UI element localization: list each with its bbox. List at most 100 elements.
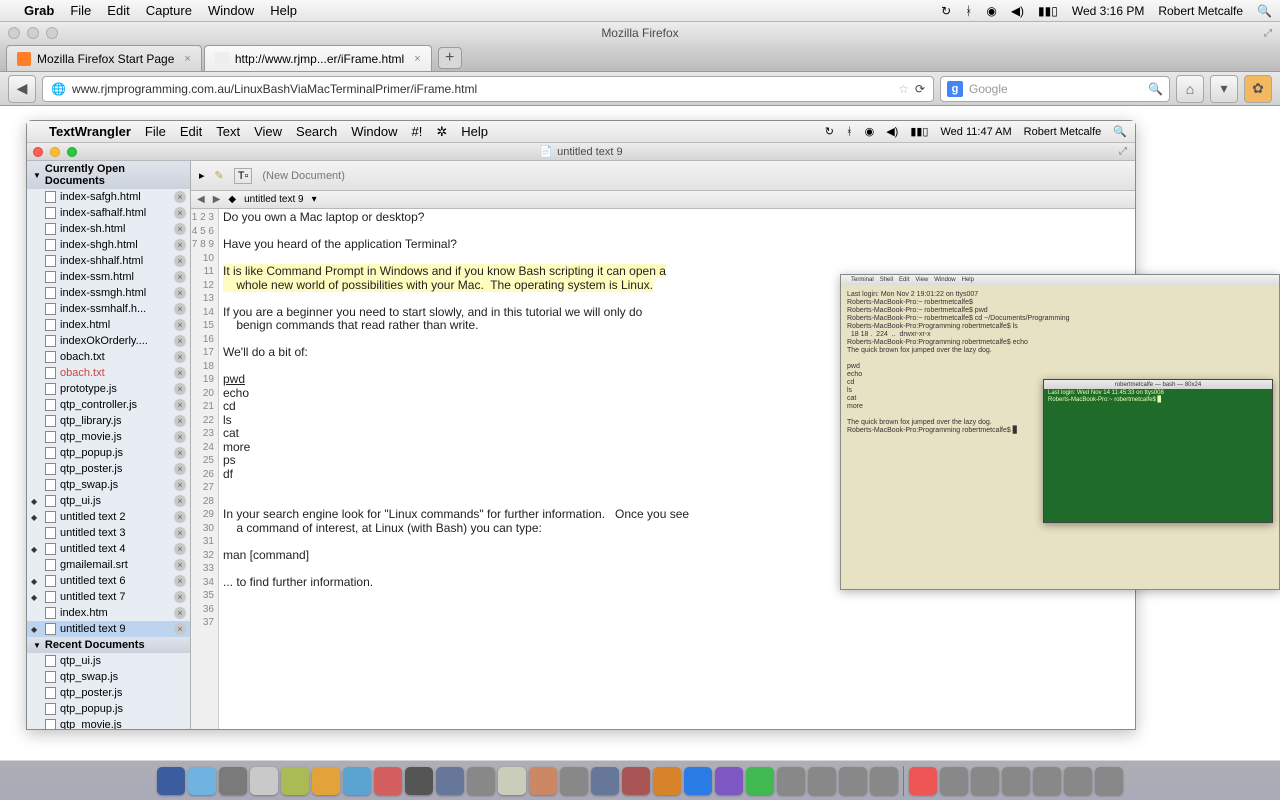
menu-capture[interactable]: Capture [146, 3, 192, 18]
battery-icon[interactable]: ▮▮▯ [1038, 4, 1058, 18]
dock-app-icon[interactable] [653, 767, 681, 795]
bookmarks-button[interactable]: ▾ [1210, 75, 1238, 103]
dock-app-icon[interactable] [1002, 767, 1030, 795]
dock-app-icon[interactable] [622, 767, 650, 795]
file-item[interactable]: qtp_poster.js× [27, 461, 190, 477]
dock-app-icon[interactable] [498, 767, 526, 795]
wifi-icon[interactable]: ◉ [986, 4, 996, 18]
line-gutter: 1 2 3 4 5 6 7 8 9 10 11 12 13 14 15 16 1… [191, 209, 219, 729]
menu-window[interactable]: Window [208, 3, 254, 18]
dock-app-icon[interactable] [940, 767, 968, 795]
close-tab-icon[interactable]: × [414, 53, 420, 65]
dock-app-icon[interactable] [157, 767, 185, 795]
spotlight-icon[interactable]: 🔍 [1257, 4, 1272, 18]
dock-app-icon[interactable] [467, 767, 495, 795]
dock-app-icon[interactable] [250, 767, 278, 795]
file-item[interactable]: ◆untitled text 2× [27, 509, 190, 525]
file-item[interactable]: qtp_swap.js [27, 669, 190, 685]
search-icon[interactable]: 🔍 [1148, 82, 1163, 96]
file-item[interactable]: index-ssmhalf.h...× [27, 301, 190, 317]
file-item[interactable]: obach.txt× [27, 349, 190, 365]
file-item[interactable]: ◆untitled text 4× [27, 541, 190, 557]
file-item[interactable]: qtp_movie.js [27, 717, 190, 729]
zoom-window-button[interactable] [46, 27, 58, 39]
dock-app-icon[interactable] [1095, 767, 1123, 795]
file-item[interactable]: ◆qtp_ui.js× [27, 493, 190, 509]
dock-app-icon[interactable] [909, 767, 937, 795]
file-item[interactable]: index-sh.html× [27, 221, 190, 237]
back-button[interactable]: ◀ [8, 75, 36, 103]
file-item[interactable]: qtp_popup.js× [27, 445, 190, 461]
dock-app-icon[interactable] [312, 767, 340, 795]
file-item[interactable]: index-ssm.html× [27, 269, 190, 285]
file-item[interactable]: index.htm× [27, 605, 190, 621]
file-item[interactable]: qtp_ui.js [27, 653, 190, 669]
file-item[interactable]: prototype.js× [27, 381, 190, 397]
dock-app-icon[interactable] [343, 767, 371, 795]
dock-app-icon[interactable] [870, 767, 898, 795]
menu-help[interactable]: Help [270, 3, 297, 18]
file-item[interactable]: qtp_library.js× [27, 413, 190, 429]
file-item[interactable]: index.html× [27, 317, 190, 333]
file-item[interactable]: untitled text 3× [27, 525, 190, 541]
reload-icon[interactable]: ⟳ [915, 82, 925, 96]
dock-app-icon[interactable] [1064, 767, 1092, 795]
search-bar[interactable]: g Google 🔍 [940, 76, 1170, 102]
file-item[interactable]: ◆untitled text 7× [27, 589, 190, 605]
fullscreen-icon[interactable]: ⤢ [1264, 28, 1272, 39]
browser-tab[interactable]: Mozilla Firefox Start Page × [6, 45, 202, 71]
dock-app-icon[interactable] [281, 767, 309, 795]
file-item[interactable]: index-shhalf.html× [27, 253, 190, 269]
dock-app-icon[interactable] [188, 767, 216, 795]
dock-app-icon[interactable] [529, 767, 557, 795]
menubar-user[interactable]: Robert Metcalfe [1158, 4, 1243, 18]
browser-tab[interactable]: http://www.rjmp...er/iFrame.html × [204, 45, 432, 71]
dock-app-icon[interactable] [374, 767, 402, 795]
terminal-title: robertmetcalfe — bash — 80x24 [1115, 382, 1201, 388]
menubar-clock[interactable]: Wed 3:16 PM [1072, 4, 1144, 18]
dock-app-icon[interactable] [777, 767, 805, 795]
timemachine-icon[interactable]: ↻ [941, 4, 951, 18]
file-item[interactable]: qtp_popup.js [27, 701, 190, 717]
file-item[interactable]: index-ssmgh.html× [27, 285, 190, 301]
menubar-app[interactable]: Grab [24, 3, 54, 18]
url-bar[interactable]: 🌐 www.rjmprogramming.com.au/LinuxBashVia… [42, 76, 934, 102]
close-tab-icon[interactable]: × [184, 53, 190, 65]
dock-app-icon[interactable] [560, 767, 588, 795]
file-item[interactable]: qtp_poster.js [27, 685, 190, 701]
dock-app-icon[interactable] [971, 767, 999, 795]
file-item[interactable]: gmailemail.srt× [27, 557, 190, 573]
dock-app-icon[interactable] [684, 767, 712, 795]
menu-edit[interactable]: Edit [107, 3, 129, 18]
battery-icon: ▮▮▯ [910, 125, 928, 138]
file-item[interactable]: index-safgh.html× [27, 189, 190, 205]
file-item[interactable]: ◆untitled text 9× [27, 621, 190, 637]
dock-app-icon[interactable] [591, 767, 619, 795]
dock-app-icon[interactable] [219, 767, 247, 795]
file-item[interactable]: qtp_movie.js× [27, 429, 190, 445]
menu-file[interactable]: File [70, 3, 91, 18]
home-button[interactable]: ⌂ [1176, 75, 1204, 103]
file-item[interactable]: qtp_controller.js× [27, 397, 190, 413]
dock-app-icon[interactable] [746, 767, 774, 795]
dock[interactable] [0, 760, 1280, 800]
dock-app-icon[interactable] [405, 767, 433, 795]
dock-app-icon[interactable] [1033, 767, 1061, 795]
addon-button[interactable]: ✿ [1244, 75, 1272, 103]
bluetooth-icon[interactable]: ᚼ [965, 4, 972, 18]
dock-app-icon[interactable] [808, 767, 836, 795]
bookmark-star-icon[interactable]: ☆ [898, 82, 909, 96]
close-window-button[interactable] [8, 27, 20, 39]
file-item[interactable]: index-shgh.html× [27, 237, 190, 253]
volume-icon[interactable]: ◀) [1011, 4, 1024, 18]
dock-app-icon[interactable] [715, 767, 743, 795]
file-item[interactable]: index-safhalf.html× [27, 205, 190, 221]
new-tab-button[interactable]: + [438, 47, 462, 69]
dock-app-icon[interactable] [839, 767, 867, 795]
file-item[interactable]: indexOkOrderly....× [27, 333, 190, 349]
file-item[interactable]: qtp_swap.js× [27, 477, 190, 493]
dock-app-icon[interactable] [436, 767, 464, 795]
file-item[interactable]: obach.txt× [27, 365, 190, 381]
minimize-window-button[interactable] [27, 27, 39, 39]
file-item[interactable]: ◆untitled text 6× [27, 573, 190, 589]
